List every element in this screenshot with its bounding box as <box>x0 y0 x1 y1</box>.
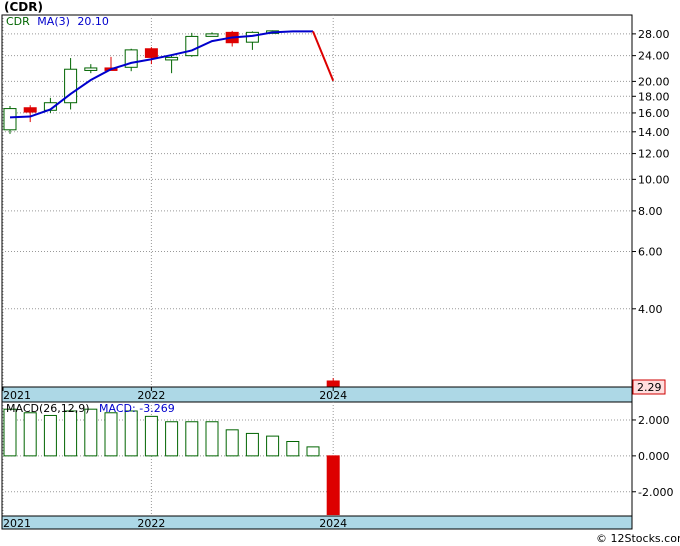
candle-body <box>84 67 98 71</box>
price-x-label: 2024 <box>319 389 347 402</box>
macd-bar <box>124 410 138 457</box>
price-x-label: 2021 <box>3 389 31 402</box>
macd-legend-label: MACD: <box>99 402 136 415</box>
last-price-label: 2.29 <box>637 381 662 394</box>
price-tick-label: 8.00 <box>638 205 663 218</box>
macd-bar <box>64 410 78 457</box>
price-tick-label: 24.00 <box>638 50 670 63</box>
candle-body <box>144 48 158 58</box>
chart-title: (CDR) <box>4 0 43 14</box>
macd-bar <box>23 412 37 457</box>
price-tick-label: 28.00 <box>638 28 670 41</box>
macd-bar <box>43 414 57 457</box>
macd-bar <box>266 435 280 457</box>
price-legend-ticker: CDR <box>6 15 30 28</box>
candle-body <box>165 56 179 61</box>
price-tick-label: 10.00 <box>638 173 670 186</box>
macd-bar <box>84 408 98 457</box>
price-tick-label: 12.00 <box>638 148 670 161</box>
candle-body <box>205 33 219 37</box>
watermark: © 12Stocks.com <box>596 532 680 545</box>
candle-body <box>23 107 37 113</box>
macd-tick-label: -2.000 <box>638 486 673 499</box>
macd-bar <box>205 421 219 457</box>
macd-x-label: 2021 <box>3 517 31 530</box>
macd-bar <box>225 429 239 457</box>
macd-bar <box>104 412 118 457</box>
price-tick-label: 16.00 <box>638 107 670 120</box>
macd-legend-name: MACD(26,12,9) <box>6 402 90 415</box>
price-tick-label: 4.00 <box>638 303 663 316</box>
macd-bar <box>286 440 300 457</box>
macd-bar <box>326 455 340 516</box>
macd-bar <box>3 408 17 457</box>
stock-chart: (CDR) 28.00 24.00 20.00 18.00 16.00 14.00 12.0… <box>1 0 680 545</box>
macd-bar <box>306 446 320 457</box>
candle-body <box>185 35 199 57</box>
candle-body <box>3 108 17 131</box>
macd-x-label: 2024 <box>319 517 347 530</box>
macd-legend-value: -3.269 <box>139 402 174 415</box>
price-y-axis: 28.00 24.00 20.00 18.00 16.00 14.00 12.00 10.00… <box>632 28 670 316</box>
macd-date-band <box>1 515 633 530</box>
price-tick-label: 14.00 <box>638 126 670 139</box>
macd-bar <box>165 421 179 457</box>
candle-body <box>245 31 259 43</box>
macd-tick-label: 2.000 <box>638 414 670 427</box>
price-legend-ma-value: 20.10 <box>77 15 109 28</box>
price-tick-label: 18.00 <box>638 90 670 103</box>
svg-text:CDR MA(3) 20.10: CDR MA(3) 20.10 <box>6 15 109 28</box>
macd-y-axis: 2.000 0.000 -2.000 <box>632 414 673 499</box>
price-tick-label: 6.00 <box>638 246 663 259</box>
price-tick-label: 20.00 <box>638 75 670 88</box>
macd-bar <box>245 432 259 457</box>
svg-text:MACD(26,12,9) MACD: -3: MACD(26,12,9) MACD: -3.269 <box>6 402 175 415</box>
macd-bar <box>144 415 158 457</box>
macd-x-label: 2022 <box>137 517 165 530</box>
price-date-band <box>1 386 633 403</box>
candle-body <box>326 380 340 388</box>
price-x-label: 2022 <box>137 389 165 402</box>
macd-bar <box>185 421 199 457</box>
price-legend-ma-label: MA(3) <box>37 15 70 28</box>
macd-tick-label: 0.000 <box>638 450 670 463</box>
